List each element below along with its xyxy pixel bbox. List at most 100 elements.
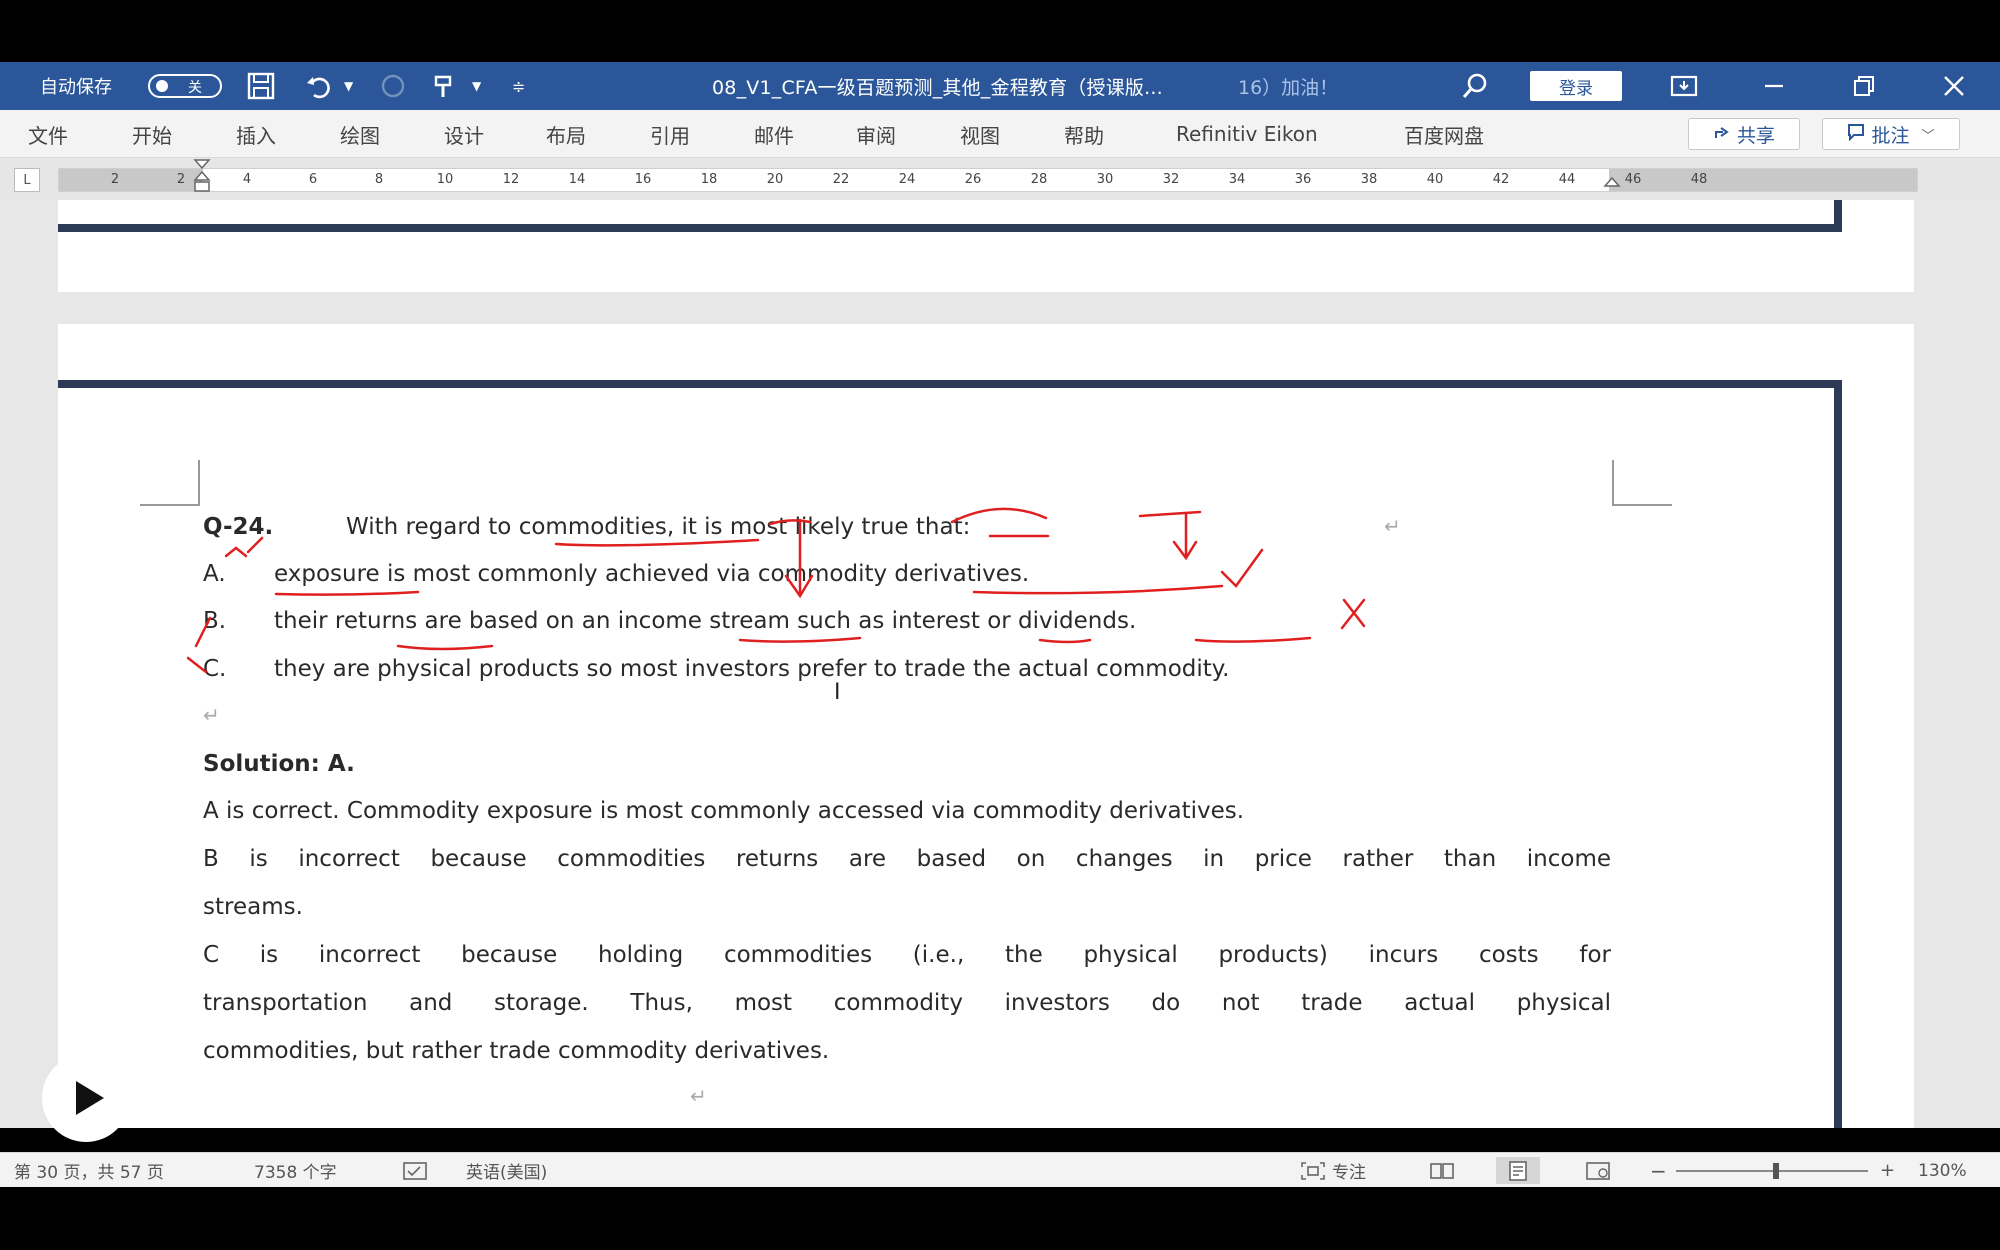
ruler-number: 32: [1162, 172, 1180, 187]
previous-page-border: [58, 200, 1842, 232]
search-icon[interactable]: [1460, 62, 1490, 110]
document-title-suffix: 16）加油！: [1238, 76, 1339, 99]
tab-stop-selector[interactable]: L: [14, 168, 40, 192]
ruler-right-margin: [1609, 169, 1917, 191]
option-c-text: they are physical products so most inves…: [274, 656, 1230, 682]
customize-toolbar-icon[interactable]: ≑: [512, 62, 525, 110]
focus-mode-icon[interactable]: [1300, 1153, 1326, 1188]
ruler-number: 28: [1030, 172, 1048, 187]
word-count[interactable]: 7358 个字: [254, 1153, 337, 1188]
ribbon-tabs: 文件 开始 插入 绘图 设计 布局 引用 邮件 审阅 视图 帮助 Refinit…: [0, 110, 2000, 158]
margin-corner-top-right: [1612, 460, 1672, 506]
ruler-number: 44: [1558, 172, 1576, 187]
play-icon: [76, 1081, 104, 1115]
tab-home[interactable]: 开始: [132, 110, 172, 158]
video-letterbox-bottom: [0, 1187, 2000, 1250]
margin-corner-top-left: [140, 460, 200, 506]
ruler-number: 14: [568, 172, 586, 187]
ruler-number: 40: [1426, 172, 1444, 187]
paragraph-mark: ↵: [203, 703, 220, 727]
paragraph-mark: ↵: [690, 1084, 707, 1108]
ruler-number: 18: [700, 172, 718, 187]
restore-icon[interactable]: [1844, 62, 1884, 110]
autosave-state: 关: [188, 80, 202, 96]
web-layout-icon[interactable]: [1576, 1157, 1620, 1184]
ruler-number: 48: [1690, 172, 1708, 187]
play-button[interactable]: [42, 1054, 130, 1142]
ruler-number: 2: [176, 172, 186, 187]
login-button[interactable]: 登录: [1530, 71, 1622, 101]
tab-view[interactable]: 视图: [960, 110, 1000, 158]
option-c-label: C.: [203, 656, 227, 682]
toggle-knob: [156, 80, 168, 92]
redo-icon[interactable]: [378, 62, 408, 110]
explanation-a: A is correct. Commodity exposure is most…: [203, 798, 1245, 824]
undo-icon[interactable]: [304, 62, 334, 110]
explanation-b-line-2: streams.: [203, 894, 303, 920]
tab-mailings[interactable]: 邮件: [754, 110, 794, 158]
proofing-icon[interactable]: [402, 1153, 428, 1188]
ruler-scale[interactable]: 2 2 4 6 8 10 12 14 16 18 20 22 24 26 28 30 32 34 36 38 40 42 4…: [58, 168, 1918, 192]
title-bar: 自动保存 关 ▼ ▼ ≑ 08_V1_CFA一级百题预测_其他_金程教育（授课版…: [0, 62, 2000, 110]
ruler-number: 8: [374, 172, 384, 187]
ruler-number: 38: [1360, 172, 1378, 187]
tab-help[interactable]: 帮助: [1064, 110, 1104, 158]
indent-marker[interactable]: [192, 158, 212, 194]
document-title: 08_V1_CFA一级百题预测_其他_金程教育（授课版...: [712, 76, 1163, 99]
tab-draw[interactable]: 绘图: [340, 110, 380, 158]
ruler-number: 20: [766, 172, 784, 187]
tab-design[interactable]: 设计: [444, 110, 484, 158]
print-layout-icon[interactable]: [1496, 1157, 1540, 1184]
right-indent-marker[interactable]: [1602, 176, 1622, 194]
comments-label: 批注: [1871, 124, 1910, 147]
option-b-label: B.: [203, 608, 227, 634]
ruler-number: 24: [898, 172, 916, 187]
tab-references[interactable]: 引用: [650, 110, 690, 158]
share-icon: [1713, 123, 1731, 146]
tab-file[interactable]: 文件: [28, 110, 68, 158]
ruler-number: 12: [502, 172, 520, 187]
tab-review[interactable]: 审阅: [856, 110, 896, 158]
chevron-down-icon: ﹀: [1921, 128, 1935, 144]
video-letterbox-top: [0, 0, 2000, 62]
autosave-label: 自动保存: [40, 77, 112, 98]
text-cursor-icon: I: [834, 680, 841, 705]
ruler-number: 22: [832, 172, 850, 187]
read-mode-icon[interactable]: [1420, 1157, 1464, 1184]
ruler-number: 16: [634, 172, 652, 187]
explanation-c-line-2: transportation and storage. Thus, most c…: [203, 990, 1611, 1016]
tab-refinitiv-eikon[interactable]: Refinitiv Eikon: [1176, 110, 1318, 158]
question-text: With regard to commodities, it is most l…: [346, 514, 971, 540]
ruler-number: 2: [110, 172, 120, 187]
share-button[interactable]: 共享: [1688, 118, 1800, 150]
ribbon-display-options-icon[interactable]: [1664, 62, 1704, 110]
language-indicator[interactable]: 英语(美国): [466, 1153, 547, 1188]
minimize-icon[interactable]: [1754, 62, 1794, 110]
zoom-out-icon[interactable]: −: [1650, 1153, 1667, 1188]
autosave-toggle[interactable]: 关: [148, 74, 222, 98]
zoom-in-icon[interactable]: +: [1880, 1153, 1895, 1188]
close-icon[interactable]: [1934, 62, 1974, 110]
save-icon[interactable]: [246, 62, 276, 110]
ruler-number: 42: [1492, 172, 1510, 187]
tab-layout[interactable]: 布局: [546, 110, 586, 158]
tab-insert[interactable]: 插入: [236, 110, 276, 158]
ruler-number: 4: [242, 172, 252, 187]
zoom-slider-thumb[interactable]: [1772, 1163, 1779, 1179]
page-info[interactable]: 第 30 页，共 57 页: [14, 1153, 164, 1188]
document-canvas[interactable]: Q-24. With regard to commodities, it is …: [0, 200, 2000, 1128]
focus-mode-label[interactable]: 专注: [1332, 1153, 1366, 1188]
ruler-number: 26: [964, 172, 982, 187]
comments-button[interactable]: 批注 ﹀: [1822, 118, 1960, 150]
format-painter-icon[interactable]: [428, 62, 458, 110]
undo-dropdown-icon[interactable]: ▼: [344, 62, 353, 110]
question-label: Q-24.: [203, 514, 274, 540]
option-b-text: their returns are based on an income str…: [274, 608, 1137, 634]
ruler-number: 30: [1096, 172, 1114, 187]
share-label: 共享: [1736, 124, 1775, 147]
ruler-number: 10: [436, 172, 454, 187]
explanation-c-line-3: commodities, but rather trade commodity …: [203, 1038, 830, 1064]
painter-dropdown-icon[interactable]: ▼: [472, 62, 481, 110]
tab-baidu-netdisk[interactable]: 百度网盘: [1404, 110, 1484, 158]
zoom-level[interactable]: 130%: [1918, 1153, 1967, 1188]
